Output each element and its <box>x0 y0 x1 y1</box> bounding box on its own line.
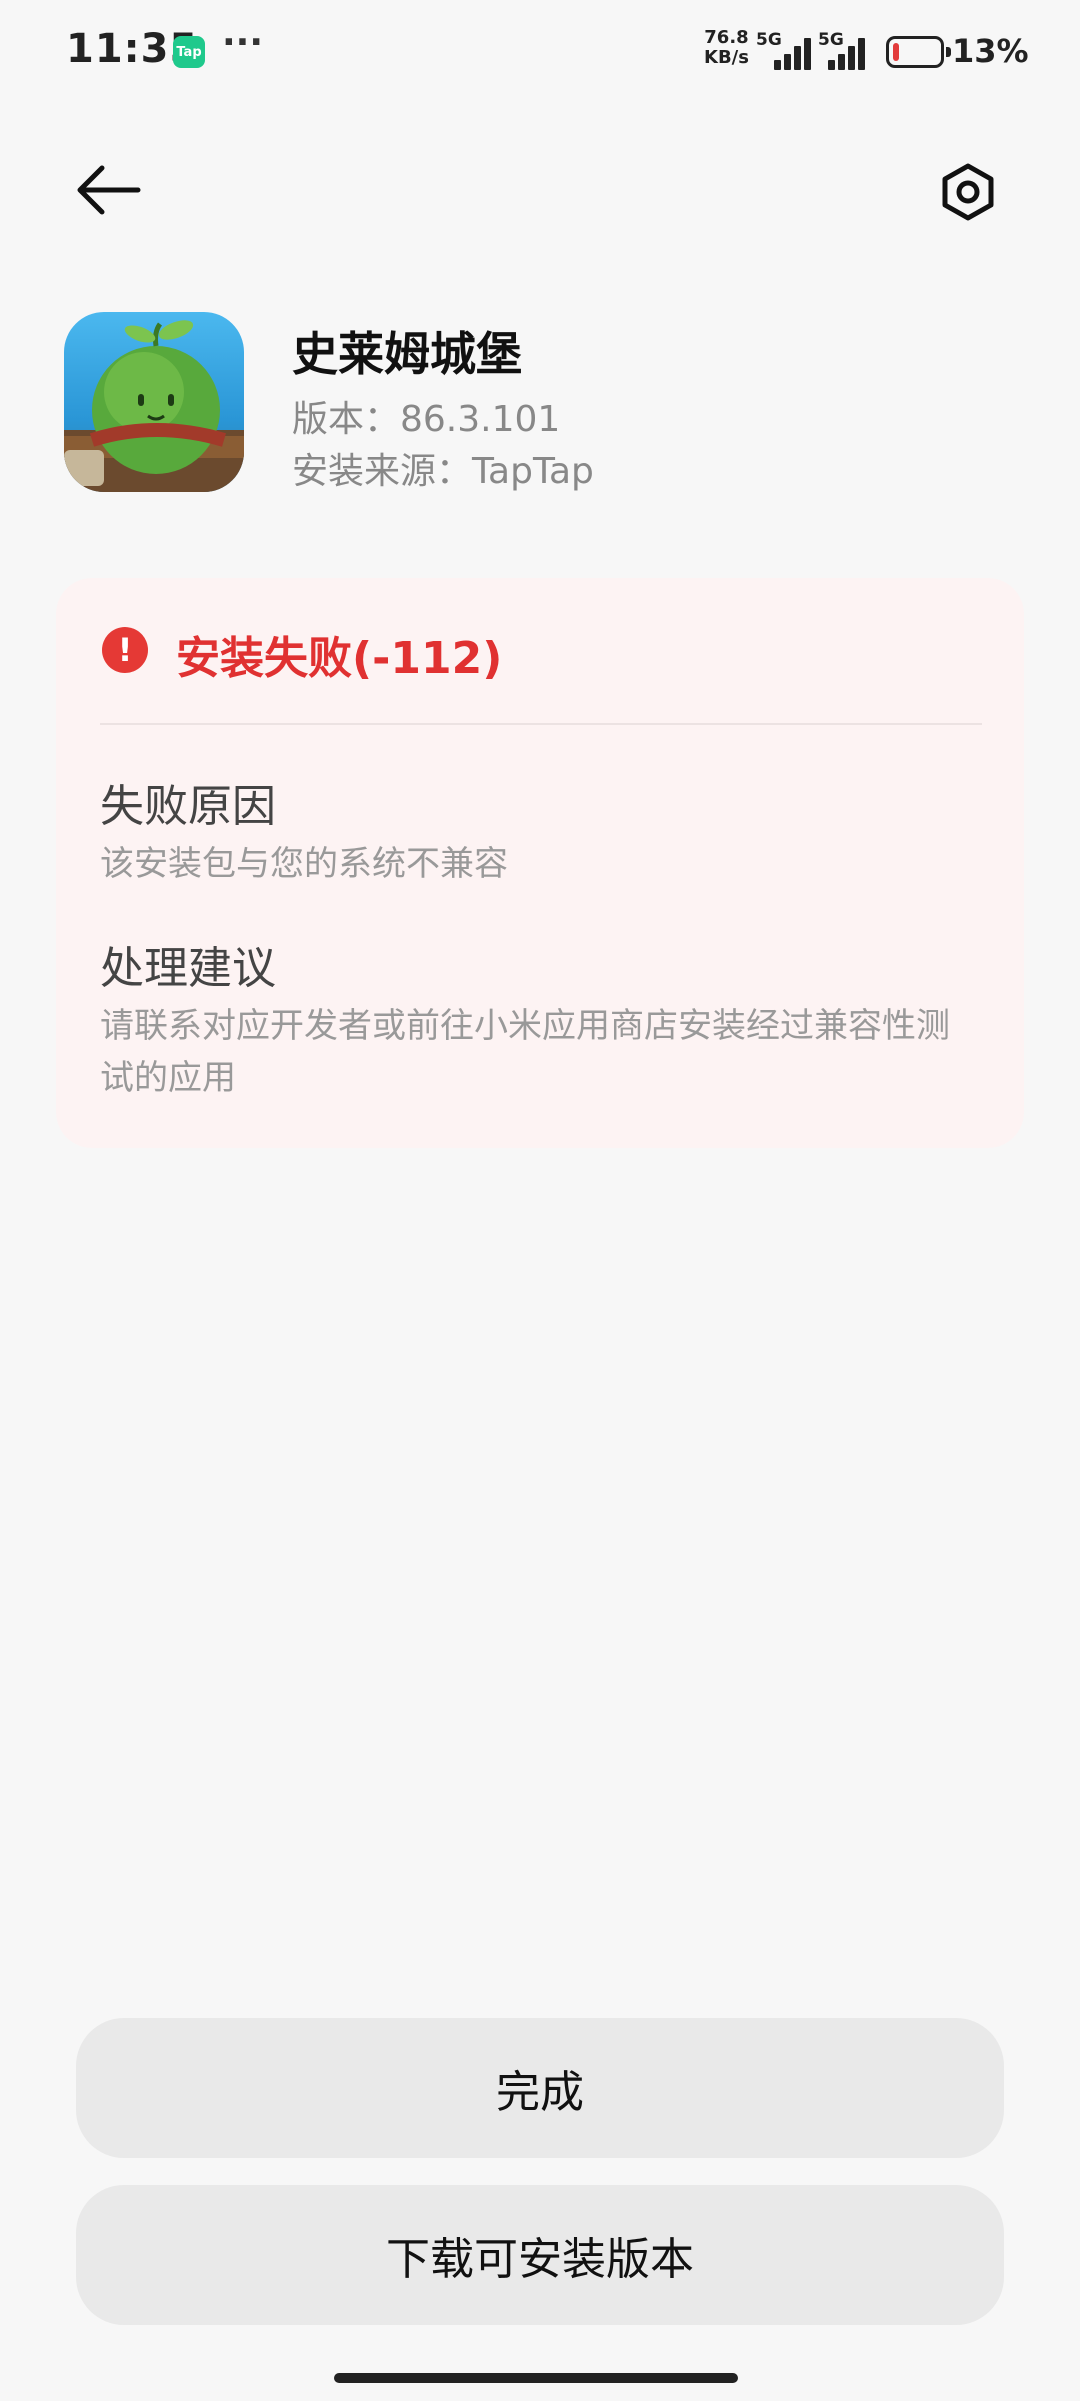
exclamation-circle-icon: ! <box>102 627 148 673</box>
screen: 11:35 Tap ··· 76.8 KB/s 5G 5G 13% 史莱姆城堡 … <box>0 0 1080 2401</box>
network-speed: 76.8 KB/s <box>704 28 749 68</box>
suggestion-body: 请联系对应开发者或前往小米应用商店安装经过兼容性测试的应用 <box>100 1006 950 1098</box>
failure-reason-body: 该安装包与您的系统不兼容 <box>100 844 508 884</box>
divider <box>100 723 982 725</box>
failure-reason-title: 失败原因 <box>100 781 276 832</box>
download-compatible-version-button[interactable]: 下载可安装版本 <box>76 2185 1004 2325</box>
arrow-left-icon[interactable] <box>72 160 144 220</box>
sim1-signal-icon: 5G <box>756 30 820 70</box>
taptap-notification-icon: Tap <box>173 36 205 68</box>
sim1-network-type: 5G <box>756 30 782 50</box>
status-bar: 11:35 Tap ··· 76.8 KB/s 5G 5G 13% <box>0 0 1080 104</box>
done-button[interactable]: 完成 <box>76 2018 1004 2158</box>
gear-icon[interactable] <box>938 162 998 222</box>
more-notifications-icon: ··· <box>222 22 264 63</box>
app-name: 史莱姆城堡 <box>292 327 522 381</box>
suggestion-title: 处理建议 <box>100 943 276 994</box>
network-speed-value: 76.8 <box>704 27 749 48</box>
app-version: 版本：86.3.101 <box>292 399 561 440</box>
signal-bar <box>774 60 781 70</box>
error-title: 安装失败(-112) <box>176 633 503 684</box>
battery-tip <box>946 47 951 57</box>
signal-bar <box>784 54 791 70</box>
sim2-signal-icon: 5G <box>818 30 882 70</box>
home-indicator[interactable] <box>334 2373 738 2383</box>
network-speed-unit: KB/s <box>704 47 749 68</box>
signal-bar <box>838 54 845 70</box>
signal-bar <box>794 46 801 70</box>
app-icon <box>64 312 244 492</box>
signal-bar <box>828 60 835 70</box>
battery-level-fill <box>893 43 899 61</box>
install-source: 安装来源：TapTap <box>292 451 594 492</box>
sim2-network-type: 5G <box>818 30 844 50</box>
battery-percent: 13% <box>952 32 1029 70</box>
signal-bar <box>858 38 865 70</box>
signal-bar <box>848 46 855 70</box>
signal-bar <box>804 38 811 70</box>
battery-icon <box>886 36 951 68</box>
